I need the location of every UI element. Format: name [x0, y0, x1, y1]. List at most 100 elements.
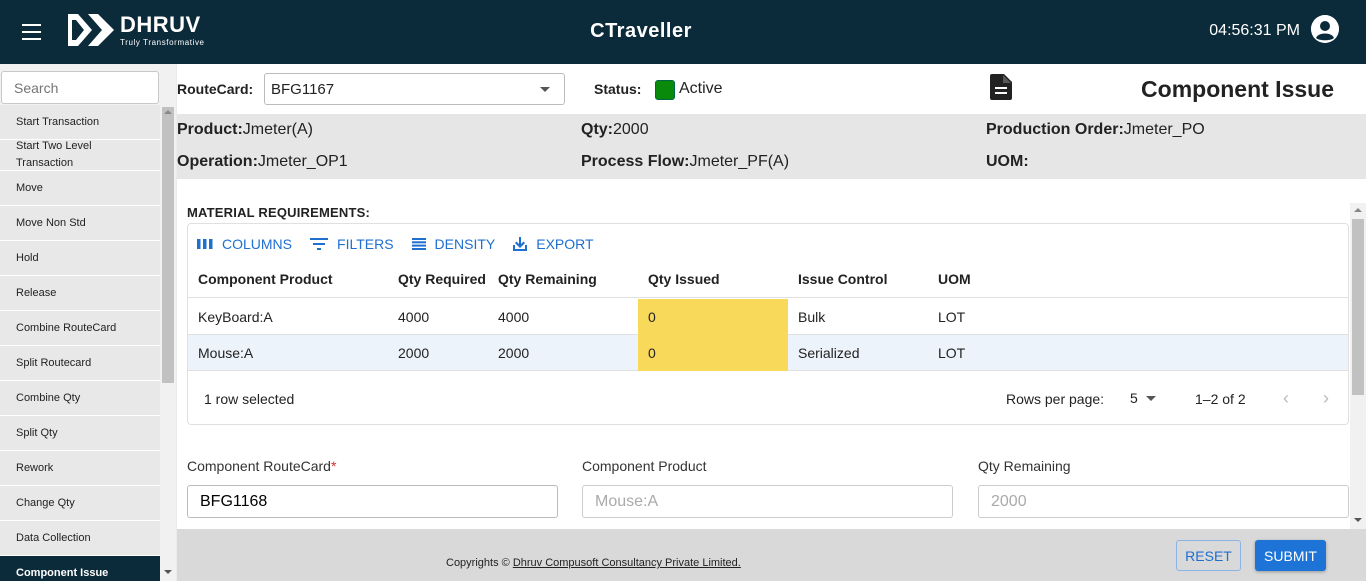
reset-button[interactable]: RESET: [1176, 540, 1241, 571]
component-routecard-input[interactable]: [187, 485, 558, 518]
required-marker: *: [330, 458, 337, 474]
qty-value: 2000: [613, 121, 649, 138]
qty-remaining-label: Qty Remaining: [978, 458, 1071, 474]
uom-info: UOM:: [986, 153, 1029, 171]
process-flow-label: Process Flow:: [581, 153, 690, 170]
scroll-down-icon[interactable]: [164, 570, 172, 574]
clock: 04:56:31 PM: [1209, 22, 1300, 39]
export-label: EXPORT: [536, 236, 594, 252]
top-app-bar: DHRUV Truly Transformative CTraveller 04…: [0, 0, 1366, 64]
material-requirements-title: MATERIAL REQUIREMENTS:: [187, 205, 371, 220]
component-product-input: [582, 485, 953, 518]
sidebar-scrollbar-thumb[interactable]: [162, 107, 174, 383]
material-grid: COLUMNS FILTERS DENSITY EXPORT Component…: [187, 223, 1349, 425]
chevron-down-icon: [540, 87, 550, 92]
footer: Copyrights © Dhruv Compusoft Consultancy…: [177, 529, 1366, 581]
filters-label: FILTERS: [337, 236, 394, 252]
pagination-range: 1–2 of 2: [1195, 391, 1246, 407]
document-icon[interactable]: [990, 74, 1012, 100]
sidebar-item-change-qty[interactable]: Change Qty: [0, 486, 160, 521]
uom-label: UOM:: [986, 153, 1029, 170]
routecard-bar: RouteCard: BFG1167 Status: Active Compon…: [177, 64, 1366, 114]
sidebar-item-data-collection[interactable]: Data Collection: [0, 521, 160, 556]
cell-component-product: Mouse:A: [198, 345, 254, 361]
column-header-component-product[interactable]: Component Product: [198, 271, 333, 287]
page-title: Component Issue: [1141, 76, 1334, 102]
cell-qty-remaining: 4000: [498, 309, 530, 325]
grid-footer: 1 row selected Rows per page: 5 1–2 of 2…: [188, 372, 1348, 424]
sidebar-item-start-two-level-transaction[interactable]: Start Two Level Transaction: [0, 140, 160, 171]
production-order-info: Production Order:Jmeter_PO: [986, 121, 1205, 139]
scroll-down-icon[interactable]: [1354, 518, 1362, 522]
column-header-qty-required[interactable]: Qty Required: [398, 271, 486, 287]
component-routecard-label-text: Component RouteCard: [187, 458, 331, 474]
component-product-label: Component Product: [582, 458, 707, 474]
search-input[interactable]: [1, 71, 159, 104]
operation-value: Jmeter_OP1: [257, 153, 348, 170]
cell-uom: LOT: [938, 345, 966, 361]
qty-info: Qty:2000: [581, 121, 649, 139]
cell-component-product: KeyBoard:A: [198, 309, 273, 325]
sidebar-item-split-qty[interactable]: Split Qty: [0, 416, 160, 451]
scroll-up-icon[interactable]: [164, 110, 172, 114]
sidebar-item-hold[interactable]: Hold: [0, 241, 160, 276]
sidebar-item-component-issue[interactable]: Component Issue: [0, 556, 160, 581]
chevron-right-icon[interactable]: ›: [1314, 386, 1338, 410]
product-value: Jmeter(A): [242, 121, 314, 138]
cell-uom: LOT: [938, 309, 966, 325]
routecard-value: BFG1167: [271, 81, 335, 98]
company-link[interactable]: Dhruv Compusoft Consultancy Private Limi…: [513, 557, 741, 569]
filters-button[interactable]: FILTERS: [310, 236, 394, 252]
copyright-prefix: Copyrights ©: [446, 557, 510, 569]
routecard-info: Product:Jmeter(A) Qty:2000 Production Or…: [177, 114, 1366, 179]
cell-qty-required: 4000: [398, 309, 430, 325]
process-flow-info: Process Flow:Jmeter_PF(A): [581, 153, 789, 171]
status-value: Active: [679, 80, 723, 97]
selected-row-count: 1 row selected: [204, 391, 295, 407]
cell-qty-issued[interactable]: 0: [638, 335, 788, 371]
cell-issue-control: Bulk: [798, 309, 826, 325]
sidebar-item-split-routecard[interactable]: Split Routecard: [0, 346, 160, 381]
account-icon[interactable]: [1311, 15, 1339, 43]
status-label: Status:: [594, 81, 642, 97]
grid-header-row: Component Product Qty Required Qty Remai…: [188, 264, 1348, 298]
product-info: Product:Jmeter(A): [177, 121, 313, 139]
scroll-up-icon[interactable]: [1354, 208, 1362, 212]
sidebar-item-release[interactable]: Release: [0, 276, 160, 311]
qty-label: Qty:: [581, 121, 613, 138]
column-header-uom[interactable]: UOM: [938, 271, 971, 287]
export-button[interactable]: EXPORT: [513, 236, 594, 252]
column-header-issue-control[interactable]: Issue Control: [798, 271, 887, 287]
sidebar-item-start-transaction[interactable]: Start Transaction: [0, 105, 160, 140]
column-header-qty-remaining[interactable]: Qty Remaining: [498, 271, 597, 287]
cell-issue-control: Serialized: [798, 345, 860, 361]
chevron-down-icon[interactable]: [1146, 396, 1156, 401]
process-flow-value: Jmeter_PF(A): [689, 153, 790, 170]
sidebar-item-combine-routecard[interactable]: Combine RouteCard: [0, 311, 160, 346]
sidebar-item-move[interactable]: Move: [0, 171, 160, 206]
main-content: MATERIAL REQUIREMENTS: COLUMNS FILTERS D…: [177, 179, 1366, 529]
table-row[interactable]: Mouse:A 2000 2000 0 Serialized LOT: [188, 335, 1348, 371]
density-button[interactable]: DENSITY: [411, 236, 496, 252]
filter-icon: [310, 238, 329, 250]
rows-per-page-label: Rows per page:: [1006, 391, 1105, 407]
table-row[interactable]: KeyBoard:A 4000 4000 0 Bulk LOT: [188, 299, 1348, 335]
cell-qty-issued[interactable]: 0: [638, 299, 788, 335]
column-header-qty-issued[interactable]: Qty Issued: [648, 271, 720, 287]
sidebar-item-combine-qty[interactable]: Combine Qty: [0, 381, 160, 416]
content-scrollbar-thumb[interactable]: [1352, 219, 1364, 395]
app-title: CTraveller: [590, 20, 692, 42]
routecard-select[interactable]: BFG1167: [264, 73, 565, 105]
cell-qty-required: 2000: [398, 345, 430, 361]
rows-per-page-select[interactable]: 5: [1130, 390, 1138, 406]
sidebar-item-rework[interactable]: Rework: [0, 451, 160, 486]
submit-button[interactable]: SUBMIT: [1255, 540, 1326, 571]
density-icon: [411, 238, 426, 250]
sidebar: Start Transaction Start Two Level Transa…: [0, 64, 176, 581]
columns-button[interactable]: COLUMNS: [197, 236, 292, 252]
chevron-left-icon[interactable]: ‹: [1274, 386, 1298, 410]
operation-info: Operation:Jmeter_OP1: [177, 153, 348, 171]
columns-label: COLUMNS: [222, 236, 293, 252]
density-label: DENSITY: [434, 236, 496, 252]
sidebar-item-move-non-std[interactable]: Move Non Std: [0, 206, 160, 241]
